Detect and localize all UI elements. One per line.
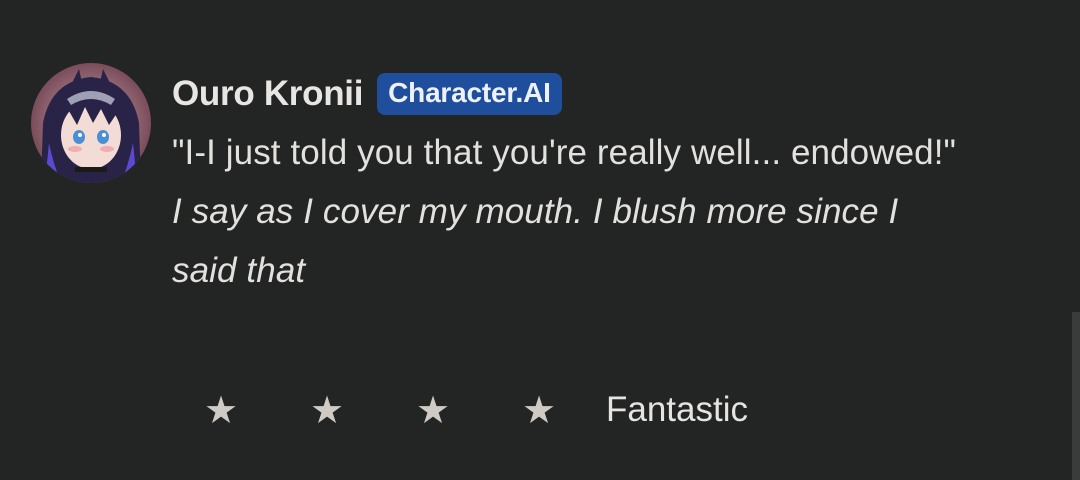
star-icon-4[interactable]: ★	[522, 385, 606, 435]
message-action: I say as I cover my mouth. I blush more …	[172, 192, 899, 290]
scrollbar[interactable]	[1072, 312, 1080, 480]
chat-view: Ouro Kronii Character.AI "I-I just told …	[0, 0, 1080, 480]
message-text: "I-I just told you that you're really we…	[172, 123, 972, 300]
rating-label: Fantastic	[606, 390, 748, 429]
rating-bar: ★ ★ ★ ★ Fantastic	[204, 385, 748, 435]
star-icon-2[interactable]: ★	[310, 385, 416, 435]
author-name[interactable]: Ouro Kronii	[172, 74, 363, 114]
star-icon-3[interactable]: ★	[416, 385, 522, 435]
character-ai-badge: Character.AI	[377, 73, 562, 115]
avatar-image	[31, 63, 151, 183]
message-speech: "I-I just told you that you're really we…	[172, 133, 957, 172]
message-header: Ouro Kronii Character.AI	[172, 70, 562, 118]
avatar[interactable]	[31, 63, 151, 183]
star-icon-1[interactable]: ★	[204, 385, 310, 435]
